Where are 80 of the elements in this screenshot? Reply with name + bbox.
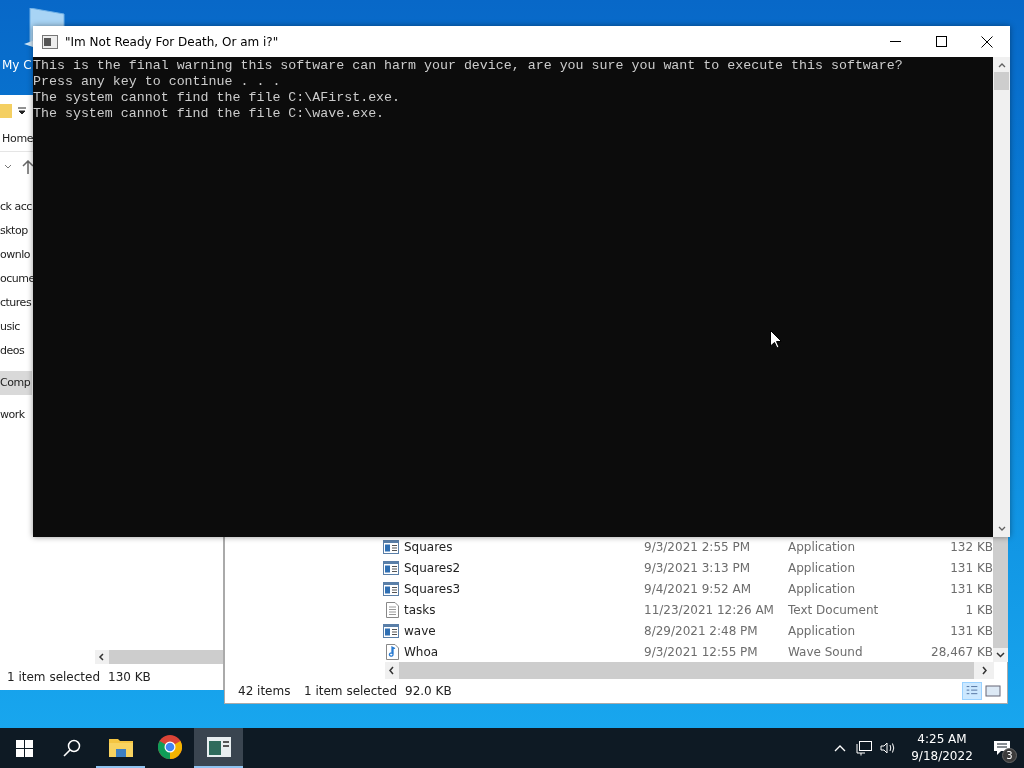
browser-icon [157, 735, 182, 759]
application-icon [383, 623, 399, 638]
folder-icon [108, 737, 133, 757]
file-type: Application [788, 580, 857, 598]
status-text: 130 KB [108, 669, 151, 686]
navigation-item[interactable]: ck acc [0, 195, 32, 219]
file-size: 28,467 KB [930, 643, 993, 661]
navigation-item[interactable]: ctures [0, 291, 32, 315]
file-type: Text Document [788, 601, 880, 619]
scrollbar-thumb[interactable] [994, 72, 1009, 90]
vertical-scrollbar[interactable] [993, 536, 1008, 662]
file-name[interactable]: wave [404, 621, 644, 640]
chevron-up-icon[interactable] [834, 744, 846, 752]
navigation-item[interactable]: work [0, 403, 32, 427]
desktop-icon-label: My C [2, 57, 32, 74]
text-file-icon [386, 601, 399, 618]
maximize-icon [935, 36, 947, 47]
network-icon[interactable] [856, 740, 872, 756]
ribbon-tab[interactable]: Home [0, 127, 32, 151]
file-type: Application [788, 538, 857, 556]
clock-date[interactable]: 9/18/2022 [911, 748, 973, 765]
file-type: Application [788, 622, 857, 640]
file-size: 131 KB [949, 580, 993, 598]
horizontal-scrollbar[interactable] [385, 662, 994, 679]
file-size: 132 KB [949, 538, 993, 556]
console-app-icon [42, 34, 58, 49]
navigation-item[interactable]: ownlo [0, 243, 32, 267]
file-size: 1 KB [964, 601, 993, 619]
notifications-button[interactable]: 3 [980, 728, 1024, 768]
file-date: 9/3/2021 12:55 PM [644, 643, 759, 661]
file-name[interactable]: Squares2 [404, 558, 644, 577]
navigation-item[interactable]: usic [0, 315, 32, 339]
navigation-item[interactable]: Comp [0, 371, 32, 395]
application-icon [383, 560, 399, 575]
scroll-left-icon[interactable] [95, 650, 109, 664]
windows-logo-icon [15, 739, 33, 757]
file-name[interactable]: Whoa [404, 642, 644, 661]
close-icon [981, 35, 993, 48]
status-text: 92.0 KB [405, 683, 452, 700]
taskbar-app-button[interactable] [194, 728, 243, 768]
file-size: 131 KB [949, 559, 993, 577]
console-window-icon [206, 737, 231, 757]
file-date: 8/29/2021 2:48 PM [644, 622, 759, 640]
file-date: 9/3/2021 3:13 PM [644, 559, 752, 577]
console-output-line: Press any key to continue . . . [33, 74, 282, 90]
application-icon [383, 581, 399, 596]
file-size: 131 KB [949, 622, 993, 640]
console-output-line: The system cannot find the file C:\AFirst.exe. [33, 90, 402, 106]
thumbnail-view-icon[interactable] [985, 684, 1001, 698]
item-count: 42 items [238, 683, 292, 700]
file-date: 9/4/2021 9:52 AM [644, 580, 753, 598]
mouse-cursor-icon [770, 330, 782, 349]
navigation-item[interactable]: sktop [0, 219, 32, 243]
folder-icon [0, 103, 12, 119]
console-output-line: The system cannot find the file C:\wave.exe. [33, 106, 386, 122]
dropdown-icon[interactable] [18, 107, 26, 115]
console-output-line: This is the final warning this software can harm your device, are you sure you want to execute this software? [33, 58, 904, 74]
navigation-item[interactable]: deos [0, 339, 32, 363]
clock-time[interactable]: 4:25 AM [917, 731, 967, 748]
scroll-down-icon[interactable] [993, 648, 1008, 662]
vertical-scrollbar[interactable] [993, 57, 1010, 537]
status-text: 1 item selected [7, 669, 101, 686]
scroll-right-icon[interactable] [974, 662, 994, 679]
file-type: Application [788, 559, 857, 577]
audio-file-icon [386, 643, 399, 660]
file-type: Wave Sound [788, 643, 864, 661]
scroll-left-icon[interactable] [385, 662, 399, 679]
notification-count-badge: 3 [1002, 748, 1017, 763]
file-name[interactable]: tasks [404, 600, 644, 619]
search-icon [63, 739, 81, 757]
volume-icon[interactable] [880, 741, 896, 755]
file-date: 9/3/2021 2:55 PM [644, 538, 752, 556]
up-arrow-icon[interactable] [22, 159, 34, 174]
file-name[interactable]: Squares3 [404, 579, 644, 598]
status-text: 1 item selected [304, 683, 398, 700]
window-title: "Im Not Ready For Death, Or am i?" [65, 33, 279, 51]
file-date: 11/23/2021 12:26 AM [644, 601, 775, 619]
chevron-down-icon[interactable] [4, 163, 12, 170]
file-name[interactable]: Squares [404, 537, 644, 556]
application-icon [383, 539, 399, 554]
